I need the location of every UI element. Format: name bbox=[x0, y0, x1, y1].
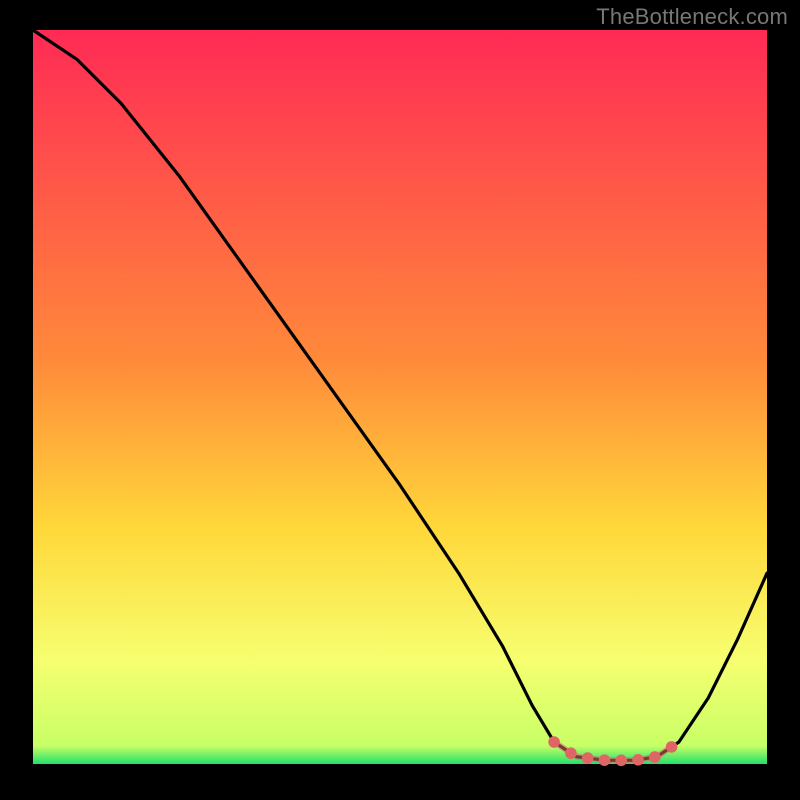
chart-frame: TheBottleneck.com bbox=[0, 0, 800, 800]
watermark-text: TheBottleneck.com bbox=[596, 4, 788, 30]
chart-canvas bbox=[0, 0, 800, 800]
plot-area bbox=[33, 30, 767, 764]
